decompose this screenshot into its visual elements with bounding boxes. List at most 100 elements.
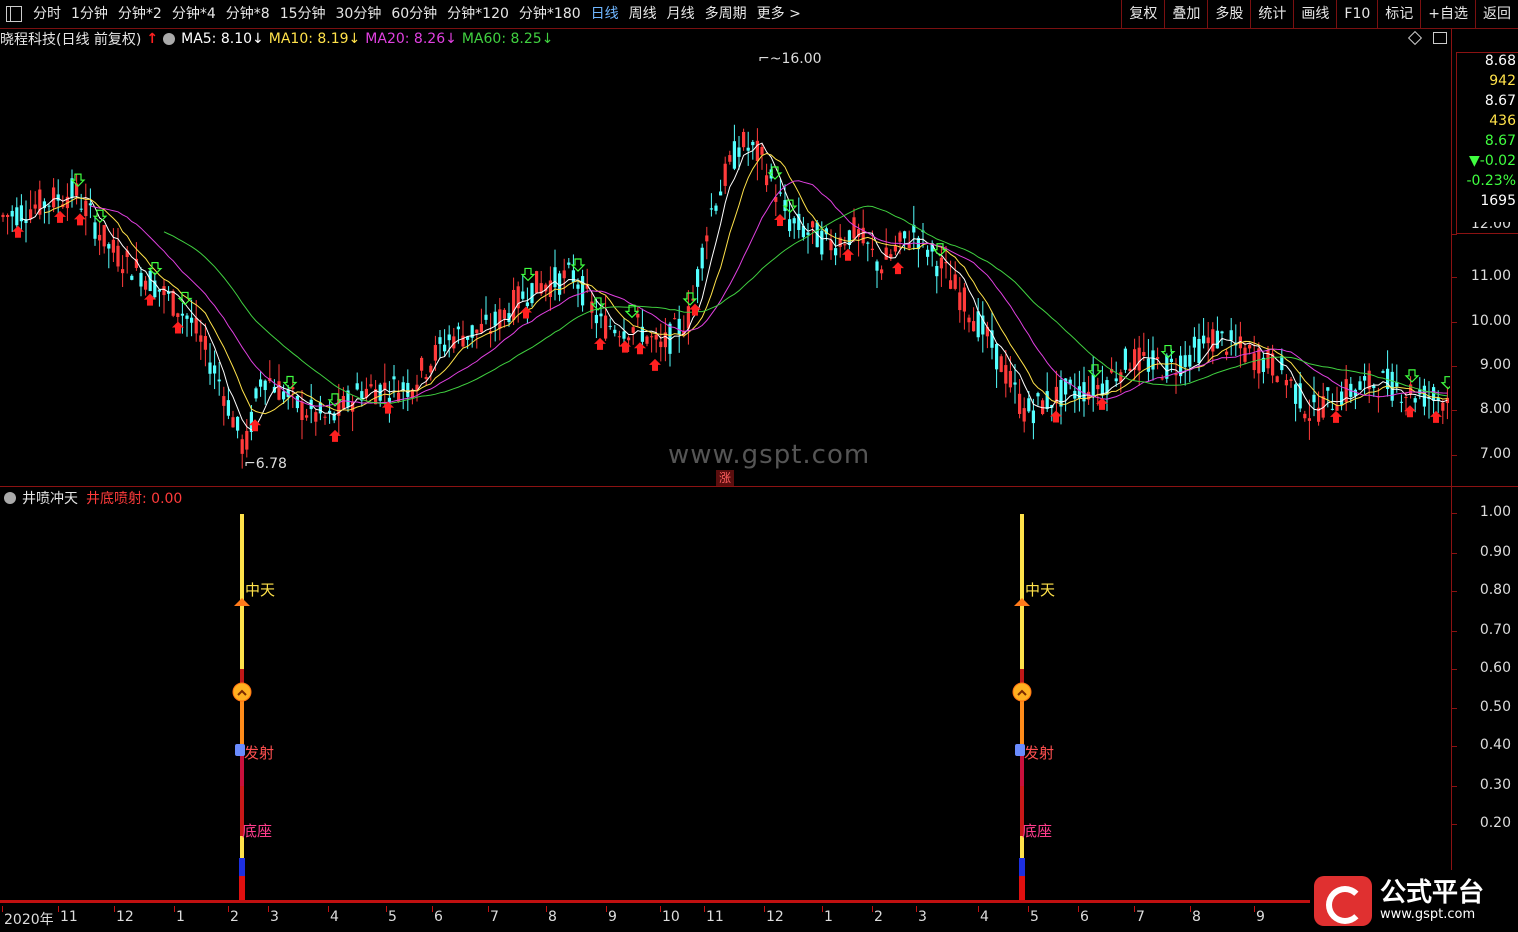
candle-body	[880, 269, 884, 274]
sell-arrow-icon	[1404, 369, 1420, 383]
period-tab-5[interactable]: 15分钟	[275, 0, 331, 28]
toolbar-button-0[interactable]: 复权	[1121, 0, 1164, 28]
date-label-1: 11	[60, 909, 78, 925]
candle-body	[746, 147, 750, 151]
candle-body	[438, 337, 442, 344]
toolbar-button-8[interactable]: 返回	[1475, 0, 1518, 28]
signal-bar-upper-red-0	[240, 669, 244, 684]
low-value: 6.78	[255, 456, 287, 472]
candle-body	[240, 439, 244, 454]
candle-body	[144, 280, 148, 290]
toolbar-button-5[interactable]: F10	[1336, 0, 1377, 28]
period-tab-12[interactable]: 月线	[662, 0, 700, 28]
quote-value-4: 8.67	[1484, 133, 1516, 149]
candle-body	[958, 292, 962, 311]
candle-body	[1381, 371, 1385, 373]
period-tab-9[interactable]: 分钟*180	[514, 0, 586, 28]
candle-body	[645, 336, 649, 344]
candle-body	[866, 242, 870, 244]
candle-body	[1275, 376, 1279, 383]
date-label-16: 2	[874, 909, 883, 925]
date-label-18: 4	[980, 909, 989, 925]
candle-body	[1197, 339, 1201, 364]
period-tab-14[interactable]: 更多 >	[752, 0, 806, 28]
up-arrow-icon: ↑	[146, 31, 159, 47]
candle-body	[295, 396, 299, 409]
toolbar-button-1[interactable]: 叠加	[1164, 0, 1207, 28]
candle-body	[194, 317, 198, 334]
candle-body	[654, 334, 658, 340]
candle-body	[180, 313, 184, 316]
candle-body	[107, 244, 111, 249]
candle-body	[1160, 378, 1164, 380]
period-tab-7[interactable]: 60分钟	[386, 0, 442, 28]
window-icon[interactable]	[1433, 32, 1447, 44]
date-label-20: 6	[1080, 909, 1089, 925]
candle-body	[778, 192, 782, 194]
period-tab-4[interactable]: 分钟*8	[221, 0, 275, 28]
candle-body	[102, 225, 106, 247]
candle-body	[1390, 371, 1394, 401]
period-tab-13[interactable]: 多周期	[700, 0, 752, 28]
candle-body	[751, 141, 755, 146]
axis-tick-mark	[1452, 513, 1457, 514]
indicator-chart[interactable]: 中天发射底座 中天发射底座	[0, 490, 1450, 900]
ma20-line	[90, 180, 1448, 407]
toolbar-button-2[interactable]: 多股	[1207, 0, 1250, 28]
candle-body	[737, 147, 741, 157]
ma5-line	[21, 142, 1448, 431]
period-tab-2[interactable]: 分钟*2	[113, 0, 167, 28]
period-tab-11[interactable]: 周线	[624, 0, 662, 28]
buy-arrow-icon	[12, 225, 24, 238]
candle-body	[1215, 330, 1219, 349]
candle-body	[631, 327, 635, 333]
sell-arrow-icon	[1087, 364, 1103, 378]
period-tab-10[interactable]: 日线	[586, 0, 624, 28]
candle-body	[673, 318, 677, 320]
quote-box: 8.68 942 8.67 436 8.67 ▼-0.02 -0.23% 1695	[1456, 52, 1518, 234]
candle-body	[1372, 385, 1376, 389]
panel-toggle-icon[interactable]	[6, 6, 22, 22]
period-tab-8[interactable]: 分钟*120	[442, 0, 514, 28]
candle-body	[185, 315, 189, 319]
candle-body	[33, 204, 37, 209]
candle-body	[806, 232, 810, 235]
stock-name[interactable]: 晓程科技(日线 前复权)	[0, 29, 141, 49]
toolbar-button-3[interactable]: 统计	[1250, 0, 1293, 28]
candle-body	[203, 336, 207, 350]
rocket-tip-icon	[234, 598, 250, 606]
date-label-6: 4	[330, 909, 339, 925]
candle-body	[696, 269, 700, 287]
candle-body	[323, 416, 327, 418]
date-label-3: 1	[176, 909, 185, 925]
signal-label-mid: 发射	[1024, 744, 1054, 762]
candle-body	[1284, 379, 1288, 386]
candle-body	[1307, 418, 1311, 421]
logo-url: www.gspt.com	[1380, 907, 1476, 922]
candlestick-chart[interactable]	[0, 50, 1450, 486]
zhang-badge: 涨	[716, 470, 734, 486]
period-tab-6[interactable]: 30分钟	[331, 0, 387, 28]
period-tab-3[interactable]: 分钟*4	[167, 0, 221, 28]
site-logo: 公式平台 www.gspt.com	[1312, 870, 1518, 932]
toolbar-right-buttons: 复权 叠加 多股 统计 画线 F10 标记 +自选 返回	[1121, 0, 1518, 28]
date-label-7: 5	[388, 909, 397, 925]
candle-body	[714, 205, 718, 211]
toolbar-button-6[interactable]: 标记	[1377, 0, 1420, 28]
date-label-10: 8	[548, 909, 557, 925]
candle-body	[406, 382, 410, 397]
candle-body	[967, 317, 971, 323]
period-tab-1[interactable]: 1分钟	[66, 0, 113, 28]
axis-tick-mark	[1452, 631, 1457, 632]
dropdown-circle-icon[interactable]	[163, 33, 176, 45]
period-tabs: 分时 1分钟 分钟*2 分钟*4 分钟*8 15分钟 30分钟 60分钟 分钟*120 分钟*18…	[28, 0, 806, 28]
candle-body	[732, 141, 736, 169]
candle-body	[530, 283, 534, 304]
toolbar-button-7[interactable]: +自选	[1420, 0, 1475, 28]
indicator-tick-8: 0.20	[1479, 815, 1511, 831]
period-toolbar: 分时 1分钟 分钟*2 分钟*4 分钟*8 15分钟 30分钟 60分钟 分钟*120 分钟*18…	[0, 0, 1518, 29]
candle-body	[1312, 394, 1316, 403]
price-tick-4: 8.00	[1479, 401, 1511, 417]
period-tab-0[interactable]: 分时	[28, 0, 66, 28]
toolbar-button-4[interactable]: 画线	[1293, 0, 1336, 28]
